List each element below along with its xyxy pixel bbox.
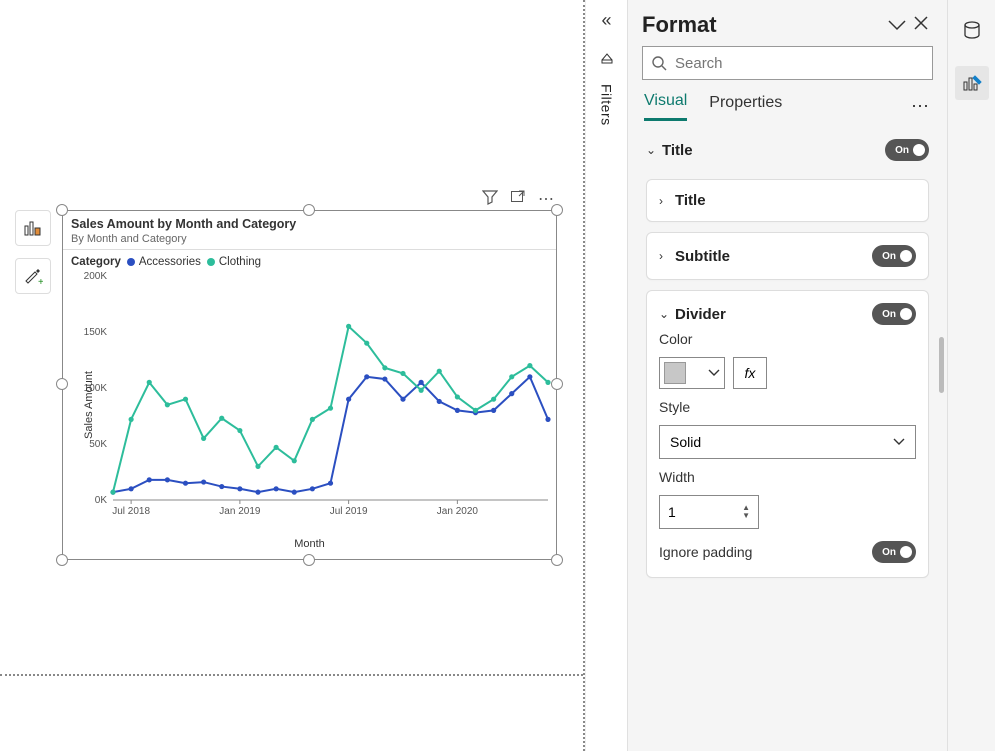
section-label: Title xyxy=(662,142,885,159)
panel-title: Format xyxy=(642,12,885,38)
format-tabs: Visual Properties ⋯ xyxy=(628,88,947,121)
resize-handle[interactable] xyxy=(551,204,563,216)
svg-text:200K: 200K xyxy=(84,271,108,282)
legend-title: Category xyxy=(71,256,121,268)
subsection-subtitle[interactable]: › Subtitle On xyxy=(646,232,929,280)
style-label: Style xyxy=(659,399,916,415)
resize-handle[interactable] xyxy=(551,554,563,566)
title-toggle[interactable]: On xyxy=(885,139,929,161)
more-options-icon[interactable]: ⋯ xyxy=(911,96,931,117)
ignore-padding-label: Ignore padding xyxy=(659,544,752,560)
format-panel: Format Visual Properties ⋯ ⌄ Title On › … xyxy=(627,0,947,751)
chart-title: Sales Amount by Month and Category xyxy=(71,217,548,231)
stepper-arrows[interactable]: ▲▼ xyxy=(742,504,750,520)
chevron-down-icon[interactable]: ⌄ xyxy=(659,307,675,321)
chart-subtitle: By Month and Category xyxy=(71,233,548,245)
build-visual-tab[interactable] xyxy=(15,210,51,246)
filter-icon[interactable] xyxy=(482,189,498,210)
expand-filters-icon[interactable]: « xyxy=(601,10,611,31)
resize-handle[interactable] xyxy=(303,554,315,566)
svg-text:Jan 2020: Jan 2020 xyxy=(437,506,479,517)
color-swatch xyxy=(664,362,686,384)
subsection-divider: ⌄ Divider On Color fx Style Solid xyxy=(646,290,929,578)
scrollbar-thumb[interactable] xyxy=(939,337,944,393)
divider-width-stepper[interactable]: 1 ▲▼ xyxy=(659,495,759,529)
chevron-down-icon xyxy=(708,369,720,377)
svg-text:0K: 0K xyxy=(95,495,108,506)
tab-visual[interactable]: Visual xyxy=(644,92,687,121)
chevron-right-icon: › xyxy=(659,194,675,208)
data-icon[interactable] xyxy=(955,14,989,48)
resize-handle[interactable] xyxy=(56,554,68,566)
report-canvas[interactable]: + ⋯ Sales Amount by Month and Category B… xyxy=(0,0,585,751)
funnel-icon xyxy=(599,45,615,64)
chevron-right-icon: › xyxy=(659,249,675,263)
svg-text:50K: 50K xyxy=(89,439,107,450)
format-icon[interactable] xyxy=(955,66,989,100)
close-icon[interactable] xyxy=(909,15,933,36)
svg-text:Jul 2018: Jul 2018 xyxy=(112,506,150,517)
format-visual-tab[interactable]: + xyxy=(15,258,51,294)
svg-text:Jul 2019: Jul 2019 xyxy=(330,506,368,517)
section-title-head[interactable]: ⌄ Title On xyxy=(642,131,933,169)
divider-color-picker[interactable] xyxy=(659,357,725,389)
legend-item-label: Clothing xyxy=(219,256,261,268)
chevron-down-icon xyxy=(893,438,905,446)
legend-item-label: Accessories xyxy=(139,256,201,268)
svg-text:+: + xyxy=(38,277,43,286)
divider-style-select[interactable]: Solid xyxy=(659,425,916,459)
visual-action-bar: ⋯ xyxy=(482,189,556,210)
tab-properties[interactable]: Properties xyxy=(709,94,782,120)
focus-mode-icon[interactable] xyxy=(510,189,526,210)
chevron-down-icon: ⌄ xyxy=(646,143,662,157)
chevron-down-icon[interactable] xyxy=(885,15,909,36)
visual-tool-rail: + xyxy=(15,210,51,294)
width-label: Width xyxy=(659,469,916,485)
fx-button[interactable]: fx xyxy=(733,357,767,389)
svg-text:150K: 150K xyxy=(84,327,108,338)
y-axis-label: Sales Amount xyxy=(83,371,95,439)
resize-handle[interactable] xyxy=(56,204,68,216)
search-input[interactable] xyxy=(642,46,933,80)
divider-toggle[interactable]: On xyxy=(872,303,916,325)
filters-collapsed-strip: « Filters xyxy=(585,0,627,751)
search-field[interactable] xyxy=(675,55,924,72)
color-label: Color xyxy=(659,331,916,347)
svg-text:Jan 2019: Jan 2019 xyxy=(219,506,261,517)
view-rail xyxy=(947,0,995,751)
ignore-padding-toggle[interactable]: On xyxy=(872,541,916,563)
resize-handle[interactable] xyxy=(303,204,315,216)
chart-plot-area: Sales Amount 0K50K100K150K200KJul 2018Ja… xyxy=(63,270,556,540)
subtitle-toggle[interactable]: On xyxy=(872,245,916,267)
search-icon xyxy=(651,55,667,71)
filters-label[interactable]: Filters xyxy=(599,84,615,126)
chart-legend: Category Accessories Clothing xyxy=(63,250,556,270)
visual-container[interactable]: ⋯ Sales Amount by Month and Category By … xyxy=(62,210,557,560)
subsection-title[interactable]: › Title xyxy=(646,179,929,222)
